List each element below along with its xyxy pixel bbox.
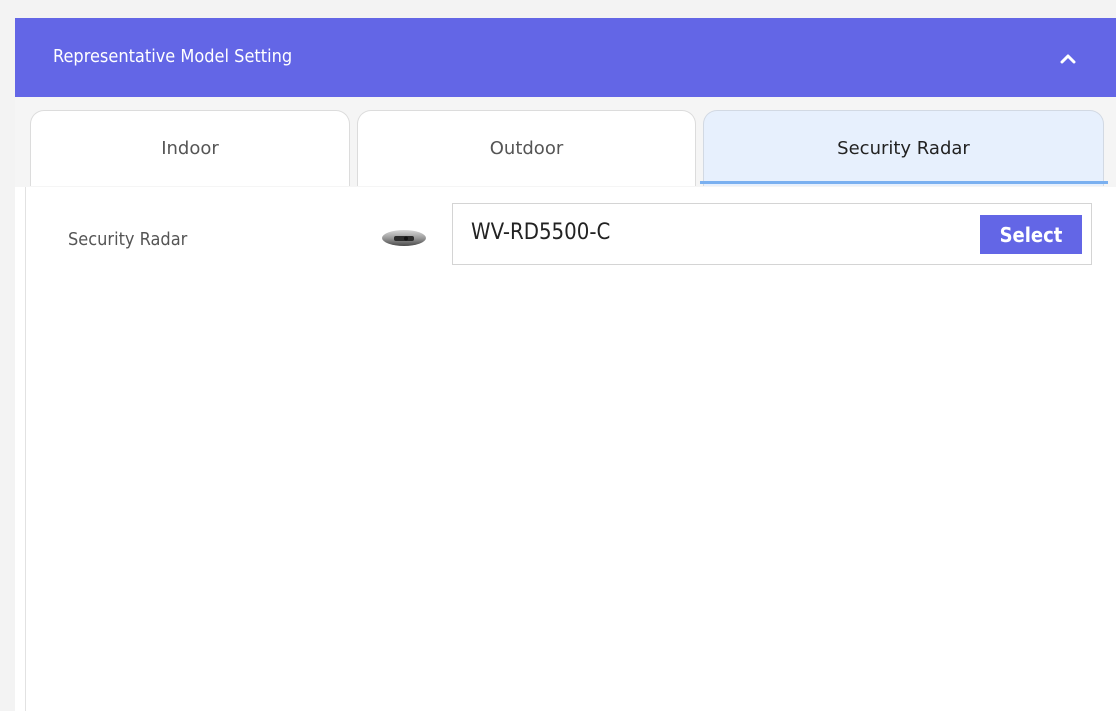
panel-title: Representative Model Setting <box>53 46 293 67</box>
model-value: WV-RD5500-C <box>471 220 611 245</box>
active-tab-indicator <box>700 181 1108 184</box>
panel-header[interactable]: Representative Model Setting <box>15 18 1116 97</box>
tab-security-radar-label: Security Radar <box>837 138 970 159</box>
tab-bar: Indoor Outdoor Security Radar <box>15 97 1116 187</box>
security-radar-label: Security Radar <box>68 229 188 250</box>
security-radar-device-icon <box>382 230 426 246</box>
tab-security-radar[interactable]: Security Radar <box>703 110 1104 186</box>
model-field: WV-RD5500-C Select <box>452 203 1092 265</box>
tab-outdoor-label: Outdoor <box>489 138 564 159</box>
tab-indoor-label: Indoor <box>161 138 219 159</box>
chevron-up-icon <box>1060 54 1076 64</box>
representative-model-panel: Representative Model Setting Indoor Outd… <box>15 18 1116 711</box>
collapse-button[interactable] <box>1053 44 1083 72</box>
tab-outdoor[interactable]: Outdoor <box>357 110 696 186</box>
select-button[interactable]: Select <box>980 215 1082 254</box>
tab-indoor[interactable]: Indoor <box>30 110 350 186</box>
tab-content: Security Radar WV-RD5500-C Select <box>25 187 1116 711</box>
